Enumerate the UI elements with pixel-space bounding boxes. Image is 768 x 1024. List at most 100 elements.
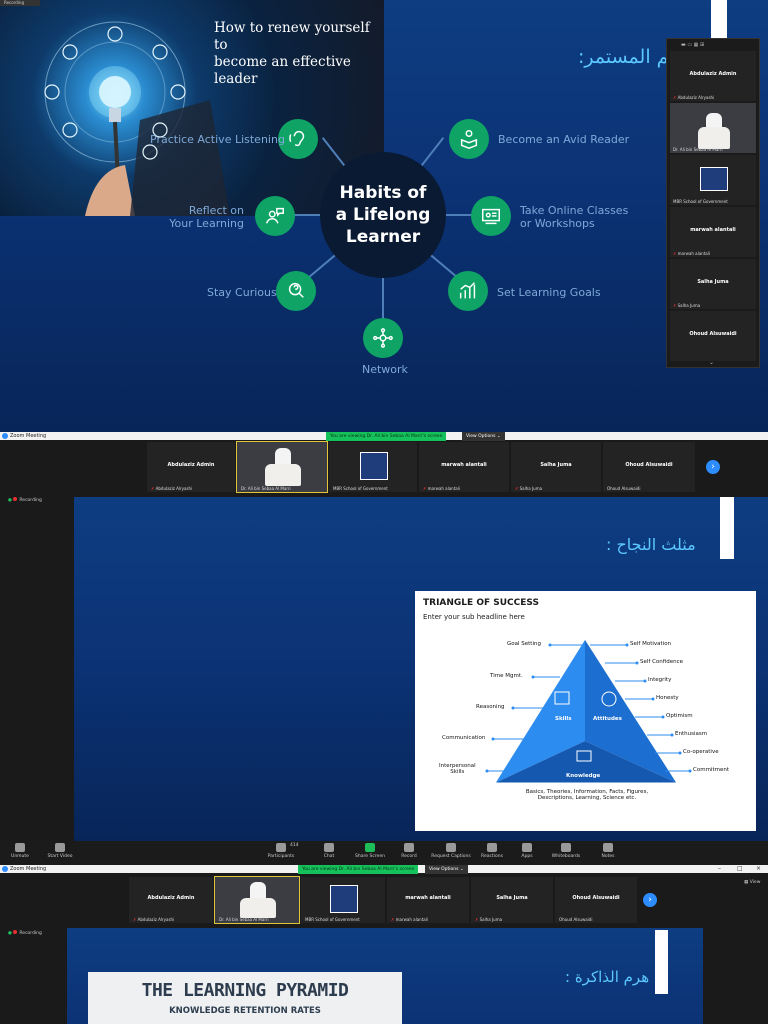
tile-subname-text: marwah alantali (427, 486, 460, 491)
arabic-slide-title: مثلث النجاح : (606, 535, 696, 554)
habit-label-curious: Stay Curious (207, 286, 277, 299)
apps-label: Apps (521, 854, 533, 859)
request-captions-button[interactable]: Request Captions (430, 843, 472, 859)
participant-tile-dr-ali[interactable]: Dr. Ali bin Sebaa Al Marri (236, 441, 328, 493)
tile-subname-text: Salha Juma (677, 303, 701, 308)
record-icon (404, 843, 414, 852)
arabic-slide-title: هم المستمر: (578, 46, 680, 68)
panel-tile-marwah[interactable]: marwah alantali ✗ marwah alantali (670, 207, 756, 257)
notes-button[interactable]: Notes (588, 843, 628, 859)
zoom-logo-icon (2, 433, 8, 439)
tile-subname: MBR School of Government (673, 199, 728, 204)
participant-tile-ohoud[interactable]: Ohoud Alsuwaidi Ohoud Alsuwaidi (554, 876, 638, 924)
view-options-label: View Options (466, 434, 496, 439)
label-integrity: Integrity (648, 677, 672, 683)
reactions-label: Reactions (481, 854, 503, 859)
camera-icon (55, 843, 65, 852)
panel-view-controls[interactable]: ▬ ▭ ▦ ⊞ (681, 42, 721, 48)
tile-name: Abdulaziz Admin (167, 462, 215, 468)
tile-name: marwah alantali (441, 462, 487, 468)
panel-tile-ohoud[interactable]: Ohoud Alsuwaidi (670, 311, 756, 361)
panel-tile-abdulaziz[interactable]: Abdulaziz Admin ✗ Abdulaziz Alryashi (670, 51, 756, 101)
label-commitment: Commitment (693, 767, 729, 773)
tile-subname: ✗ Abdulaziz Alryashi (133, 917, 174, 922)
mic-off-icon: ✗ (391, 917, 395, 922)
tile-name: Ohoud Alsuwaidi (572, 895, 620, 902)
tile-name: Salha Juma (540, 462, 572, 468)
mic-off-icon: ✗ (133, 917, 137, 922)
slide-white-bar (655, 930, 668, 994)
minimize-icon[interactable]: – (718, 865, 721, 872)
request-captions-label: Request Captions (431, 854, 471, 859)
habit-label-listening: Practice Active Listening (150, 133, 285, 146)
label-self-motivation: Self Motivation (630, 641, 672, 647)
label-attitudes: Attitudes (593, 716, 622, 722)
view-options-button[interactable]: View Options ⌄ (425, 865, 468, 874)
tile-subname-text: Abdulaziz Alryashi (137, 917, 175, 922)
notes-label: Notes (601, 854, 615, 859)
view-button[interactable]: ▦ View (744, 880, 760, 885)
tile-subname: ✗ marwah alantali (423, 486, 460, 491)
participant-tile-mbr[interactable]: MBR School of Government (300, 876, 386, 924)
start-video-button[interactable]: Start Video (40, 843, 80, 859)
tile-subname: ✗ Abdulaziz Alryashi (673, 95, 714, 100)
unmute-button[interactable]: Unmute (0, 843, 40, 859)
start-video-label: Start Video (47, 854, 73, 859)
knowledge-desc-line-2: Descriptions, Learning, Science etc. (537, 795, 637, 801)
participant-tile-mbr[interactable]: MBR School of Government (328, 441, 418, 493)
participant-video-panel[interactable]: ▬ ▭ ▦ ⊞ Abdulaziz Admin ✗ Abdulaziz Alry… (666, 38, 760, 368)
panel-tile-salha[interactable]: Salha Juma ✗ Salha Juma (670, 259, 756, 309)
share-notice: You are viewing Dr. Ali bin Sebaa Al Mar… (326, 432, 447, 441)
participant-tile-abdulaziz[interactable]: Abdulaziz Admin ✗ Abdulaziz Alryashi (128, 876, 214, 924)
next-participants-button[interactable]: › (643, 893, 657, 907)
whiteboards-button[interactable]: Whiteboards (546, 843, 586, 859)
view-options-button[interactable]: View Options ⌄ (462, 432, 505, 441)
maximize-icon[interactable]: □ (737, 865, 743, 872)
tile-name: Abdulaziz Admin (147, 895, 195, 902)
apps-button[interactable]: Apps (507, 843, 547, 859)
habit-label-online-line-2: or Workshops (520, 217, 595, 230)
share-screen-button[interactable]: Share Screen (350, 843, 390, 859)
participant-tile-salha[interactable]: Salha Juma ✗ Salha Juma (510, 441, 602, 493)
label-optimism: Optimism (666, 713, 693, 719)
share-notice: You are viewing Dr. Ali bin Sebaa Al Mar… (298, 865, 419, 874)
view-label: View (749, 880, 761, 885)
share-screen-label: Share Screen (355, 854, 385, 859)
mic-off-icon: ✗ (515, 486, 519, 491)
record-dot-icon (13, 930, 18, 934)
mbr-logo-icon (360, 452, 388, 480)
participant-tile-salha[interactable]: Salha Juma ✗ Salha Juma (470, 876, 554, 924)
tile-subname-text: Abdulaziz Alryashi (155, 486, 193, 491)
panel-tile-dr-ali[interactable]: Dr. Ali bin Sebaa Al Marri (670, 103, 756, 153)
panel-tile-mbr[interactable]: MBR School of Government (670, 155, 756, 205)
reactions-button[interactable]: Reactions (472, 843, 512, 859)
mic-off-icon: ✗ (423, 486, 427, 491)
chevron-down-icon[interactable]: ⌄ (709, 359, 714, 366)
tile-subname-text: Salha Juma (519, 486, 543, 491)
chat-button[interactable]: Chat (309, 843, 349, 859)
tile-subname: ✗ Salha Juma (475, 917, 502, 922)
recording-label: Recording (19, 931, 42, 936)
hub-title-line-1: Habits of (339, 183, 427, 203)
participant-tile-marwah[interactable]: marwah alantali ✗ marwah alantali (386, 876, 470, 924)
slide-white-bar (711, 0, 727, 38)
participant-tile-ohoud[interactable]: Ohoud Alsuwaidi Ohoud Alsuwaidi (602, 441, 696, 493)
participant-tile-dr-ali[interactable]: Dr. Ali bin Sebaa Al Marri (214, 876, 300, 924)
participant-tile-marwah[interactable]: marwah alantali ✗ marwah alantali (418, 441, 510, 493)
close-icon[interactable]: × (756, 865, 761, 872)
record-dot-icon (13, 497, 18, 501)
tile-subname: Dr. Ali bin Sebaa Al Marri (219, 917, 269, 922)
participants-count: 414 (290, 843, 299, 848)
reflect-icon (255, 196, 295, 236)
habit-label-goals: Set Learning Goals (497, 286, 601, 299)
tile-name: Salha Juma (697, 279, 729, 285)
avatar-body (698, 127, 730, 149)
learning-pyramid-card: THE LEARNING PYRAMID KNOWLEDGE RETENTION… (88, 972, 402, 1024)
zoom-logo-icon (2, 866, 8, 872)
record-button[interactable]: Record (389, 843, 429, 859)
next-participants-button[interactable]: › (706, 460, 720, 474)
tile-name: Abdulaziz Admin (689, 71, 737, 77)
habit-label-reader: Become an Avid Reader (498, 133, 630, 146)
participant-tile-abdulaziz[interactable]: Abdulaziz Admin ✗ Abdulaziz Alryashi (146, 441, 236, 493)
tile-name: marwah alantali (405, 895, 451, 902)
